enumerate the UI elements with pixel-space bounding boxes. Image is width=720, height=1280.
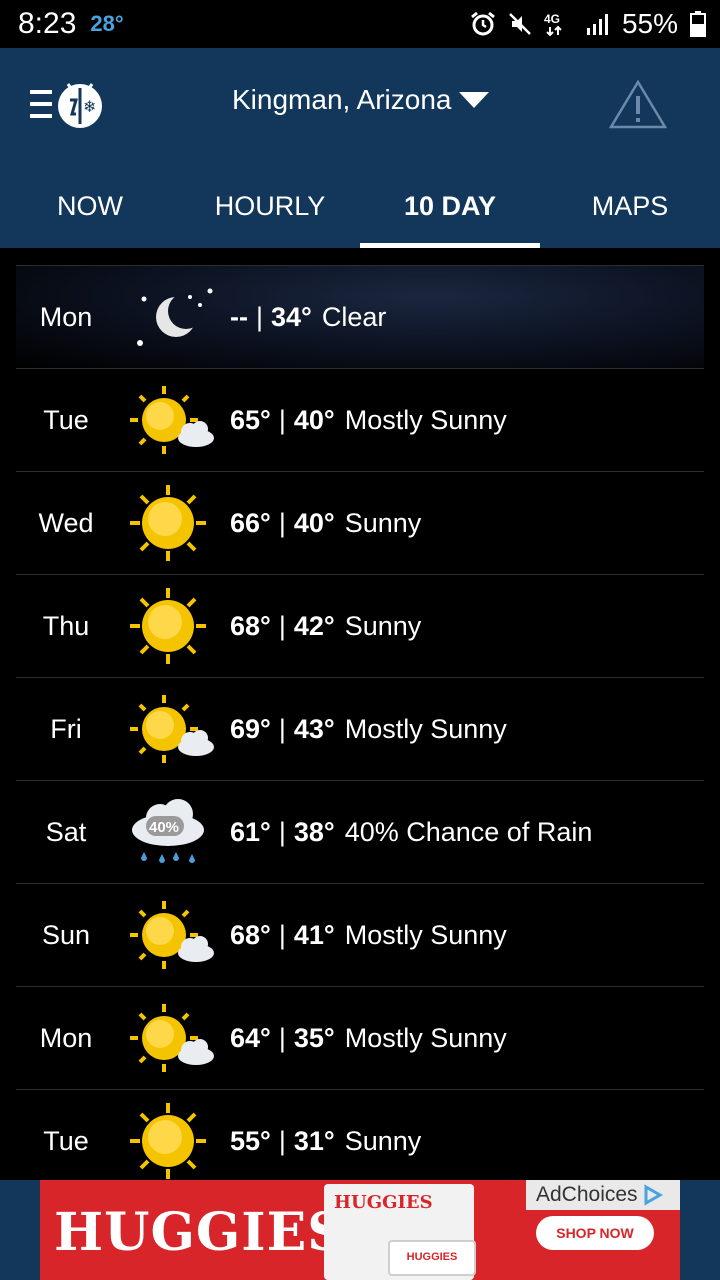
condition-text: Mostly Sunny [344, 919, 507, 950]
mostly-sunny-icon [130, 380, 220, 460]
high-temp: 64° [230, 1022, 271, 1053]
condition-text: Clear [321, 301, 387, 332]
signal-icon [586, 14, 608, 35]
app-header: ❄ Kingman, Arizona NOW HOURLY 10 DAY MAP… [0, 48, 720, 248]
svg-text:4G: 4G [544, 12, 560, 26]
rain-chance-icon: 40% [130, 792, 220, 872]
high-temp: 55° [230, 1125, 271, 1156]
location-picker[interactable]: Kingman, Arizona [232, 80, 491, 120]
forecast-list: Mon -- | 34° Clear Tue 65° | 40° Mostly … [16, 265, 704, 1192]
day-name: Wed [38, 507, 94, 538]
condition-text: Sunny [344, 610, 422, 641]
rain-chance-label: 40% [149, 819, 179, 836]
sunny-icon [130, 1101, 220, 1181]
adchoices-icon [644, 1184, 663, 1206]
adchoices-link[interactable]: AdChoices [526, 1180, 680, 1210]
ad-banner[interactable]: HUGGIES HUGGIES HUGGIES AdChoices SHOP N… [40, 1180, 680, 1280]
low-temp: 34° [271, 301, 312, 332]
condition-text: Sunny [344, 507, 422, 538]
low-temp: 42° [293, 610, 335, 641]
temperature-range: 66° | 40° Sunny [230, 507, 422, 538]
ad-wipes-pack: HUGGIES [388, 1240, 476, 1276]
low-temp: 40° [293, 507, 335, 538]
battery-percent: 55% [621, 8, 678, 39]
low-temp: 43° [293, 713, 335, 744]
low-temp: 40° [293, 404, 335, 435]
temperature-range: 64° | 35° Mostly Sunny [230, 1022, 507, 1053]
condition-text: Sunny [344, 1125, 422, 1156]
condition-text: Mostly Sunny [344, 713, 507, 744]
day-name: Fri [50, 713, 82, 744]
day-name: Mon [39, 1022, 93, 1053]
forecast-row[interactable]: Mon -- | 34° Clear [16, 265, 704, 368]
status-time: 8:23 [18, 7, 77, 40]
day-name: Thu [42, 610, 90, 641]
status-icons: 4G 55% [470, 8, 706, 40]
low-temp: 41° [293, 919, 335, 950]
forecast-row[interactable]: Tue 55° | 31° Sunny [16, 1089, 704, 1192]
low-temp: 31° [293, 1125, 335, 1156]
status-temperature: 28° [90, 11, 124, 36]
alert-triangle-icon[interactable] [608, 78, 668, 130]
forecast-row[interactable]: Sun 68° | 41° Mostly Sunny [16, 883, 704, 986]
ad-brand: HUGGIES [54, 1202, 346, 1263]
high-temp: 65° [230, 404, 271, 435]
ad-product-image: HUGGIES HUGGIES [324, 1184, 476, 1280]
ad-product-logo: HUGGIES [334, 1192, 433, 1213]
forecast-row[interactable]: Tue 65° | 40° Mostly Sunny [16, 368, 704, 471]
shop-now-button[interactable]: SHOP NOW [536, 1216, 654, 1250]
high-temp: 68° [230, 610, 271, 641]
forecast-row[interactable]: Thu 68° | 42° Sunny [16, 574, 704, 677]
low-temp: 38° [293, 816, 335, 847]
high-temp: -- [230, 301, 248, 332]
temperature-range: 68° | 41° Mostly Sunny [230, 919, 507, 950]
network-4g-icon: 4G [544, 12, 562, 37]
high-temp: 61° [230, 816, 271, 847]
caret-down-icon [459, 92, 490, 108]
mostly-sunny-icon [130, 895, 220, 975]
day-name: Tue [43, 404, 89, 435]
temperature-range: 61° | 38° 40% Chance of Rain [230, 816, 593, 847]
tab-10-day[interactable]: 10 DAY [360, 174, 540, 248]
condition-text: Mostly Sunny [344, 404, 507, 435]
high-temp: 66° [230, 507, 271, 538]
temperature-range: 65° | 40° Mostly Sunny [230, 404, 507, 435]
mute-icon [509, 13, 531, 35]
tab-bar: NOW HOURLY 10 DAY MAPS [0, 174, 720, 248]
forecast-row[interactable]: Mon 64° | 35° Mostly Sunny [16, 986, 704, 1089]
day-name: Tue [43, 1125, 89, 1156]
alarm-icon [471, 11, 495, 36]
moon-clear-icon [130, 277, 220, 357]
location-name: Kingman, Arizona [232, 84, 452, 115]
sunny-icon [130, 483, 220, 563]
tab-maps[interactable]: MAPS [540, 174, 720, 248]
day-name: Sat [45, 816, 87, 847]
forecast-row[interactable]: Wed 66° | 40° Sunny [16, 471, 704, 574]
temperature-range: -- | 34° Clear [230, 301, 387, 332]
temperature-range: 68° | 42° Sunny [230, 610, 422, 641]
battery-icon [690, 11, 706, 37]
menu-logo-icon[interactable]: ❄ [30, 78, 106, 130]
day-name: Mon [39, 301, 93, 332]
high-temp: 69° [230, 713, 271, 744]
temperature-range: 55° | 31° Sunny [230, 1125, 422, 1156]
tab-hourly[interactable]: HOURLY [180, 174, 360, 248]
svg-text:❄: ❄ [83, 97, 96, 116]
sunny-icon [130, 586, 220, 666]
high-temp: 68° [230, 919, 271, 950]
adchoices-label: AdChoices [536, 1183, 638, 1206]
mostly-sunny-icon [130, 998, 220, 1078]
forecast-row[interactable]: Fri 69° | 43° Mostly Sunny [16, 677, 704, 780]
temperature-range: 69° | 43° Mostly Sunny [230, 713, 507, 744]
condition-text: Mostly Sunny [344, 1022, 507, 1053]
mostly-sunny-icon [130, 689, 220, 769]
condition-text: 40% Chance of Rain [344, 816, 593, 847]
day-name: Sun [41, 919, 91, 950]
tab-now[interactable]: NOW [0, 174, 180, 248]
forecast-row[interactable]: Sat 40% 61° | 38° 40% Chance of Rain [16, 780, 704, 883]
status-bar: 8:23 28° 4G 55% [0, 0, 720, 48]
low-temp: 35° [293, 1022, 335, 1053]
ad-banner-area: HUGGIES HUGGIES HUGGIES AdChoices SHOP N… [0, 1180, 720, 1280]
